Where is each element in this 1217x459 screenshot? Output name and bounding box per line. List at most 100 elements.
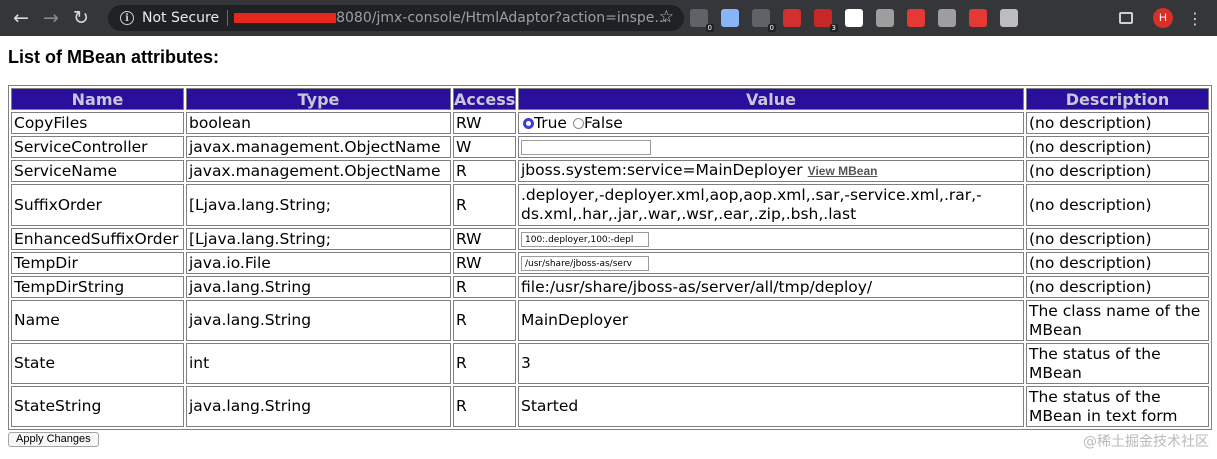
apply-changes-button[interactable]: Apply Changes [8,432,99,447]
attribute-access: RW [453,252,516,274]
attribute-description: (no description) [1026,184,1209,226]
attribute-access: R [453,300,516,341]
attribute-type: [Ljava.lang.String; [186,184,451,226]
attribute-access: W [453,136,516,158]
attribute-description: The status of the MBean in text form [1026,386,1209,427]
column-header-type: Type [186,88,451,110]
attribute-value: 100:.deployer,100:-depl [518,228,1024,250]
parking-icon[interactable]: 0 [752,9,776,32]
attribute-type: java.lang.String [186,386,451,427]
attribute-description: (no description) [1026,252,1209,274]
table-row: SuffixOrder [Ljava.lang.String; R .deployer… [11,184,1209,226]
extension-badge: 3 [829,24,838,32]
toolbar-right: H ⋮ [1119,0,1217,36]
service-controller-input[interactable] [521,139,651,155]
browser-toolbar: ← → ↻ i Not Secure 8080/jmx-console/Html… [0,0,1217,36]
attribute-type: boolean [186,112,451,134]
column-header-value: Value [518,88,1024,110]
service-name-value: jboss.system:service=MainDeployer [521,161,803,179]
attribute-type: int [186,343,451,384]
attributes-table: Name Type Access Value Description CopyF… [8,85,1212,430]
attribute-name: SuffixOrder [11,184,184,226]
attribute-name: TempDirString [11,276,184,298]
attribute-access: R [453,276,516,298]
attribute-name: ServiceName [11,160,184,182]
attribute-value: /usr/share/jboss-as/serv [518,252,1024,274]
shield-extension-icon[interactable]: 0 [690,9,714,32]
grammarly-icon[interactable] [938,9,956,27]
attribute-description: (no description) [1026,228,1209,250]
grid-extension-icon[interactable] [1000,9,1018,27]
attribute-type: [Ljava.lang.String; [186,228,451,250]
attribute-value: file:/usr/share/jboss-as/server/all/tmp/… [518,276,1024,298]
table-row: TempDirString java.lang.String Rfile:/usr/… [11,276,1209,298]
attribute-description: The class name of the MBean [1026,300,1209,341]
radio-false-label: False [583,113,623,132]
attribute-value: 3 [518,343,1024,384]
reload-button[interactable]: ↻ [66,3,96,33]
attribute-description: (no description) [1026,136,1209,158]
mail-icon[interactable] [876,9,894,27]
radio-false[interactable] [572,117,584,129]
shield-check-icon[interactable] [845,9,863,27]
attribute-access: RW [453,112,516,134]
extension-badge: 0 [767,24,776,32]
address-bar[interactable]: i Not Secure 8080/jmx-console/HtmlAdapto… [108,5,684,31]
attribute-name: ServiceController [11,136,184,158]
table-row: TempDir java.io.File RW/usr/share/jboss-as… [11,252,1209,274]
forward-button[interactable]: → [36,3,66,33]
drive-icon[interactable] [721,9,739,27]
temp-dir-input[interactable]: /usr/share/jboss-as/serv [521,255,649,271]
enhanced-suffix-order-input[interactable]: 100:.deployer,100:-depl [521,231,649,247]
attribute-name: Name [11,300,184,341]
table-row: State int R 3 The status of the MBean [11,343,1209,384]
adblock-plus-icon[interactable] [783,9,801,27]
table-header-row: Name Type Access Value Description [11,88,1209,110]
attribute-value: MainDeployer [518,300,1024,341]
column-header-name: Name [11,88,184,110]
attribute-description: The status of the MBean [1026,343,1209,384]
attribute-access: R [453,184,516,226]
attribute-description: (no description) [1026,160,1209,182]
puzzle-extension-icon[interactable]: 3 [814,9,838,32]
attribute-name: CopyFiles [11,112,184,134]
attribute-name: State [11,343,184,384]
avatar[interactable]: H [1153,8,1173,28]
table-row: Name java.lang.String R MainDeployer The cla… [11,300,1209,341]
more-menu-icon[interactable]: ⋮ [1187,9,1203,28]
redacted-host [234,13,337,23]
attribute-name: EnhancedSuffixOrder [11,228,184,250]
table-body: CopyFiles boolean RW True False (no descripti… [11,112,1209,427]
security-label[interactable]: Not Secure [142,10,219,26]
attribute-type: java.io.File [186,252,451,274]
info-icon[interactable]: i [120,11,134,25]
column-header-access: Access [453,88,516,110]
extension-badge: 0 [705,24,714,32]
column-header-description: Description [1026,88,1209,110]
attribute-value: Started [518,386,1024,427]
attribute-value: jboss.system:service=MainDeployer View MB… [518,160,1024,182]
block-icon[interactable] [969,9,987,27]
record-icon[interactable] [907,9,925,27]
back-button[interactable]: ← [6,3,36,33]
attribute-type: java.lang.String [186,300,451,341]
attribute-value: .deployer,-deployer.xml,aop,aop.xml,.sar… [518,184,1024,226]
url-text[interactable]: 8080/jmx-console/HtmlAdaptor?action=insp… [336,10,668,26]
table-row: CopyFiles boolean RW True False (no descripti… [11,112,1209,134]
attribute-access: R [453,160,516,182]
radio-true-label: True [534,113,567,132]
table-row: ServiceController javax.management.Object… [11,136,1209,158]
media-icon[interactable] [1119,12,1133,24]
table-row: EnhancedSuffixOrder [Ljava.lang.String; RW… [11,228,1209,250]
view-mbean-link[interactable]: View MBean [808,164,878,178]
bookmark-star-icon[interactable]: ☆ [659,7,674,27]
attribute-value [518,136,1024,158]
arrow-left-icon: ← [13,7,29,29]
table-row: StateString java.lang.String R Started The s… [11,386,1209,427]
extensions-area: 0 0 3 [690,0,1031,36]
radio-true[interactable] [523,117,534,129]
attribute-type: javax.management.ObjectName [186,160,451,182]
attribute-value: True False [518,112,1024,134]
attribute-type: java.lang.String [186,276,451,298]
table-row: ServiceName javax.management.ObjectName Rj… [11,160,1209,182]
